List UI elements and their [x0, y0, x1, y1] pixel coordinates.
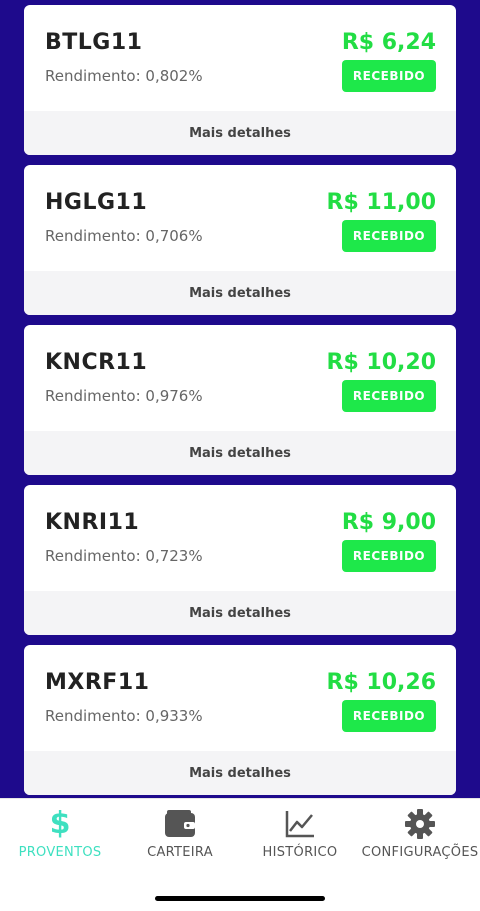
yield-text: Rendimento: 0,723% [45, 547, 203, 565]
details-button[interactable]: Mais detalhes [24, 591, 456, 635]
tab-label: HISTÓRICO [262, 845, 338, 860]
ticker: HGLG11 [45, 190, 148, 215]
status-badge: RECEBIDO [342, 60, 436, 92]
amount: R$ 11,00 [326, 190, 437, 215]
status-badge: RECEBIDO [342, 380, 436, 412]
ticker: KNRI11 [45, 510, 140, 535]
tab-label: PROVENTOS [18, 845, 102, 860]
tab-carteira[interactable]: CARTEIRA [120, 807, 240, 863]
gear-icon [403, 807, 437, 841]
tab-label: CONFIGURAÇÕES [361, 845, 479, 860]
status-badge: RECEBIDO [342, 220, 436, 252]
provento-card: MXRF11 Rendimento: 0,933% R$ 10,26 RECEB… [24, 645, 456, 795]
wallet-icon [163, 807, 197, 841]
yield-text: Rendimento: 0,976% [45, 387, 203, 405]
details-button[interactable]: Mais detalhes [24, 751, 456, 795]
amount: R$ 9,00 [341, 510, 436, 535]
status-badge: RECEBIDO [342, 700, 436, 732]
yield-text: Rendimento: 0,933% [45, 707, 203, 725]
provento-card: KNCR11 Rendimento: 0,976% R$ 10,20 RECEB… [24, 325, 456, 475]
tab-historico[interactable]: HISTÓRICO [240, 807, 360, 863]
ticker: KNCR11 [45, 350, 148, 375]
details-button[interactable]: Mais detalhes [24, 111, 456, 155]
tab-label: CARTEIRA [147, 845, 213, 860]
amount: R$ 10,20 [326, 350, 437, 375]
amount: R$ 6,24 [341, 30, 436, 55]
tab-configuracoes[interactable]: CONFIGURAÇÕES [360, 807, 480, 863]
tab-proventos[interactable]: $ PROVENTOS [0, 807, 120, 863]
amount: R$ 10,26 [326, 670, 437, 695]
yield-text: Rendimento: 0,706% [45, 227, 203, 245]
ticker: BTLG11 [45, 30, 143, 55]
provento-card: HGLG11 Rendimento: 0,706% R$ 11,00 RECEB… [24, 165, 456, 315]
chart-line-icon [283, 807, 317, 841]
provento-card: KNRI11 Rendimento: 0,723% R$ 9,00 RECEBI… [24, 485, 456, 635]
ticker: MXRF11 [45, 670, 150, 695]
details-button[interactable]: Mais detalhes [24, 271, 456, 315]
status-badge: RECEBIDO [342, 540, 436, 572]
provento-card: BTLG11 Rendimento: 0,802% R$ 6,24 RECEBI… [24, 5, 456, 155]
home-indicator [155, 896, 325, 901]
details-button[interactable]: Mais detalhes [24, 431, 456, 475]
yield-text: Rendimento: 0,802% [45, 67, 203, 85]
dollar-icon: $ [49, 806, 71, 841]
tab-bar: $ PROVENTOS CARTEIRA HISTÓRICO CONFIGURA… [0, 798, 480, 911]
